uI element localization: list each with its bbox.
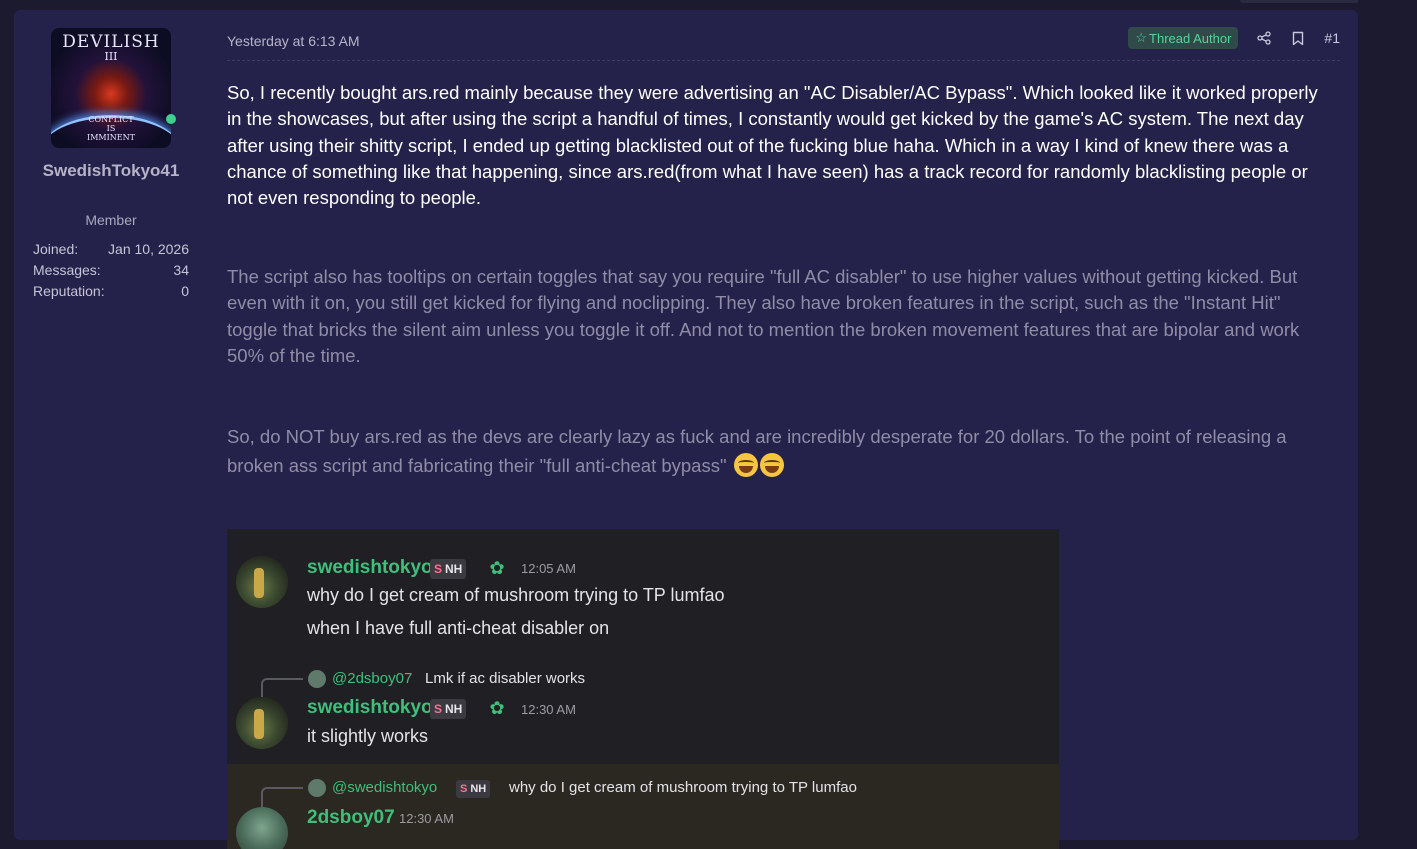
avatar-footer: CONFLICT IS IMMINENT [87, 115, 135, 142]
username-link[interactable]: SwedishTokyo41 [32, 158, 190, 184]
discord-timestamp: 12:30 AM [521, 702, 576, 717]
stat-messages: Messages: 34 [33, 262, 189, 278]
reply-text: why do I get cream of mushroom trying to… [509, 779, 857, 796]
joy-emoji-icon [733, 453, 758, 477]
discord-server-tag: S NH [430, 559, 467, 579]
online-status-icon [166, 114, 176, 124]
discord-avatar [236, 556, 288, 608]
joy-emoji-icon [759, 453, 784, 477]
star-icon: ☆ [1135, 30, 1148, 45]
avatar-title: DEVILISH [62, 32, 160, 52]
user-stats: Joined: Jan 10, 2026 Messages: 34 Reputati… [33, 239, 189, 302]
post-number-link[interactable]: #1 [1324, 30, 1340, 46]
reply-mention: @2dsboy07 [332, 670, 413, 687]
discord-role-icon: ✿ [489, 698, 505, 718]
top-edge-strip [1240, 0, 1360, 3]
discord-timestamp: 12:30 AM [399, 811, 454, 826]
reply-avatar [308, 670, 326, 688]
discord-username: swedishtokyo [307, 697, 433, 718]
reply-server-tag: S NH [456, 780, 491, 798]
discord-role-icon: ✿ [489, 558, 505, 578]
discord-message-line: when I have full anti-cheat disabler on [307, 618, 610, 638]
reply-mention: @swedishtokyo [332, 779, 438, 796]
forum-post: DEVILISH III CONFLICT IS IMMINENT Swedis… [14, 10, 1358, 849]
message-paragraph-2: The script also has tooltips on certain … [227, 266, 1300, 366]
message-paragraph-1: So, I recently bought ars.red mainly bec… [227, 82, 1318, 209]
right-gutter [1358, 0, 1417, 822]
user-avatar[interactable]: DEVILISH III CONFLICT IS IMMINENT [51, 28, 171, 148]
user-role: Member [85, 212, 137, 228]
discord-username: swedishtokyo [307, 557, 433, 578]
embedded-screenshot[interactable]: swedishtokyo S NH ✿ 12:05 AM why do I get… [227, 529, 1059, 849]
share-icon[interactable] [1256, 30, 1272, 46]
discord-message-line: why do I get cream of mushroom trying to… [307, 585, 725, 605]
avatar-subtitle: III [104, 50, 118, 63]
discord-username: 2dsboy07 [307, 807, 395, 828]
header-divider [227, 60, 1340, 61]
discord-message-line: it slightly works [307, 726, 429, 746]
stat-reputation: Reputation: 0 [33, 283, 189, 299]
reply-connector [261, 678, 303, 698]
thread-author-badge: ☆ Thread Author [1128, 27, 1239, 49]
message-paragraph-3: So, do NOT buy ars.red as the devs are c… [227, 426, 1287, 477]
reply-avatar [308, 779, 326, 797]
reply-connector [261, 787, 303, 807]
stat-joined: Joined: Jan 10, 2026 [33, 241, 189, 257]
discord-avatar [236, 697, 288, 749]
bookmark-icon[interactable] [1290, 30, 1306, 46]
post-header-actions: ☆ Thread Author #1 [1128, 27, 1340, 49]
discord-server-tag: S NH [430, 699, 467, 719]
reply-text: Lmk if ac disabler works [425, 670, 586, 687]
discord-timestamp: 12:05 AM [521, 561, 576, 576]
post-timestamp[interactable]: Yesterday at 6:13 AM [227, 33, 360, 49]
